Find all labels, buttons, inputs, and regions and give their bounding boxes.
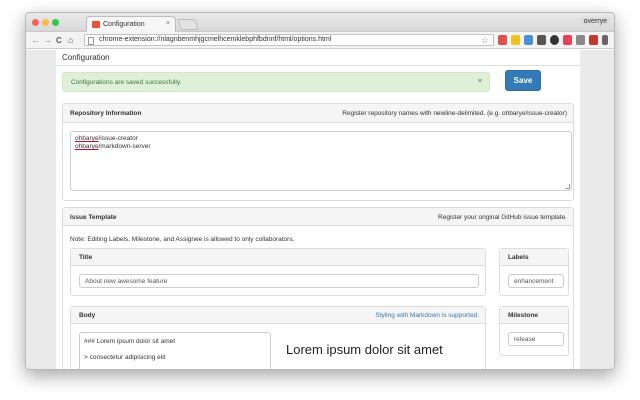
repository-panel-title: Repository Information — [70, 110, 142, 117]
collaborator-note: Note: Editing Labels, Milestone, and Ass… — [70, 236, 295, 243]
body-line-2: > consectetur adipisicing elit — [84, 354, 166, 361]
labels-panel-header: Labels — [500, 249, 568, 266]
extension-icon-3[interactable] — [524, 35, 533, 45]
title-panel-header: Title — [71, 249, 485, 266]
milestone-panel-header: Milestone — [500, 307, 568, 324]
tab-title: Configuration — [103, 21, 145, 28]
alert-close-icon[interactable]: × — [478, 78, 482, 85]
back-icon[interactable]: ← — [31, 35, 40, 45]
labels-input[interactable]: enhancement — [508, 274, 564, 288]
issue-template-panel-title: Issue Template — [70, 214, 117, 221]
repository-panel: Repository Information Register reposito… — [62, 103, 574, 201]
body-panel-label: Body — [79, 312, 96, 319]
user-profile-button[interactable]: overrye — [580, 17, 610, 26]
extension-icon-4[interactable] — [537, 35, 546, 45]
resize-grip-icon[interactable] — [565, 184, 570, 189]
page-viewport: Configuration Configurations are saved s… — [26, 50, 614, 369]
extension-icon-8[interactable] — [589, 35, 598, 45]
tab-favicon-icon — [92, 21, 100, 28]
forward-icon[interactable]: → — [43, 35, 52, 45]
alert-message: Configurations are saved successfully. — [71, 79, 182, 86]
bookmark-star-icon[interactable]: ☆ — [481, 35, 489, 45]
extension-icon-2[interactable] — [511, 35, 520, 45]
milestone-panel: Milestone release — [499, 306, 569, 356]
reload-icon[interactable]: C — [56, 36, 62, 45]
home-icon[interactable]: ⌂ — [68, 35, 73, 45]
milestone-input[interactable]: release — [508, 332, 564, 346]
minimize-window-button[interactable] — [42, 19, 49, 26]
repository-panel-header: Repository Information Register reposito… — [63, 104, 573, 123]
repository-line-2: ohbarye/markdown-server — [75, 143, 151, 150]
title-panel: Title About new awesome feature — [70, 248, 486, 296]
save-button[interactable]: Save — [505, 70, 541, 91]
browser-toolbar: ← → C ⌂ chrome-extension://nlagnbenmhjgc… — [26, 32, 614, 49]
tab-close-icon[interactable]: × — [166, 20, 170, 27]
body-panel: Body Styling with Markdown is supported.… — [70, 306, 486, 369]
title-input[interactable]: About new awesome feature — [79, 274, 479, 288]
title-bar: Configuration × overrye — [26, 13, 614, 32]
extension-icon-5[interactable] — [550, 35, 559, 45]
title-panel-label: Title — [79, 254, 93, 261]
browser-window: Configuration × overrye ← → C ⌂ chrome-e… — [25, 12, 615, 370]
body-textarea[interactable]: ### Lorem ipsum dolor sit amet > consect… — [79, 332, 271, 369]
extension-icon-6[interactable] — [563, 35, 572, 45]
labels-panel: Labels enhancement — [499, 248, 569, 296]
page-icon — [88, 37, 94, 45]
repository-line-1: ohbarye/issue-creator — [75, 135, 138, 142]
extension-icon-1[interactable] — [498, 35, 507, 45]
options-page: Configuration Configurations are saved s… — [56, 50, 580, 369]
repository-textarea[interactable]: ohbarye/issue-creator ohbarye/markdown-s… — [70, 131, 572, 191]
issue-template-panel-header: Issue Template Register your original Gi… — [63, 208, 573, 226]
address-url: chrome-extension://nlagnbenmhjgcmelhcemk… — [99, 36, 332, 43]
labels-panel-label: Labels — [508, 254, 529, 261]
address-bar[interactable]: chrome-extension://nlagnbenmhjgcmelhcemk… — [84, 34, 494, 46]
close-window-button[interactable] — [32, 19, 39, 26]
milestone-panel-label: Milestone — [508, 312, 538, 319]
markdown-preview-heading: Lorem ipsum dolor sit amet — [286, 342, 443, 357]
body-panel-header: Body Styling with Markdown is supported. — [71, 307, 485, 324]
page-title: Configuration — [62, 53, 110, 62]
extension-icon-7[interactable] — [576, 35, 585, 45]
repository-panel-help: Register repository names with newline-d… — [342, 110, 567, 117]
issue-template-panel: Issue Template Register your original Gi… — [62, 207, 574, 369]
zoom-window-button[interactable] — [52, 19, 59, 26]
success-alert: Configurations are saved successfully. × — [62, 72, 490, 92]
browser-tab[interactable]: Configuration × — [86, 16, 176, 32]
menu-icon[interactable] — [602, 35, 608, 45]
markdown-supported-link[interactable]: Styling with Markdown is supported. — [375, 312, 479, 319]
body-line-1: ### Lorem ipsum dolor sit amet — [84, 338, 176, 345]
new-tab-button[interactable] — [176, 19, 200, 30]
title-divider — [56, 65, 580, 66]
issue-template-panel-help: Register your original GitHub issue temp… — [438, 214, 567, 221]
